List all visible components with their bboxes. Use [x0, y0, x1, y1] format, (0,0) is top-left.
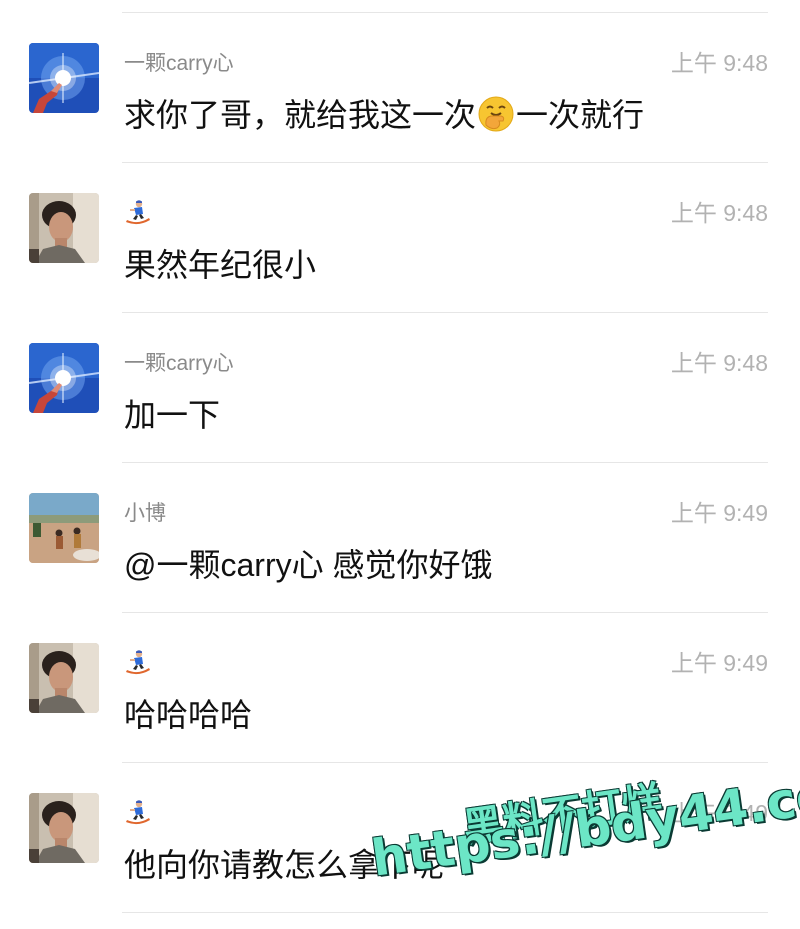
message-row[interactable]: 上午 9:48 果然年纪很小: [0, 163, 800, 313]
message-text: 他向你请教怎么拿下呢: [124, 845, 444, 885]
message-text: 加一下: [124, 395, 220, 435]
divider: [122, 912, 768, 913]
message-text: 果然年纪很小: [124, 245, 316, 285]
message-time: 上午 9:49: [671, 799, 768, 827]
message-time: 上午 9:48: [671, 349, 768, 377]
young-man-avatar[interactable]: [29, 793, 99, 863]
message-row[interactable]: 一颗carry心 上午 9:48 求你了哥，就给我这一次 一次就行: [0, 13, 800, 163]
message-row[interactable]: 小博 上午 9:49 @一颗carry心 感觉你好饿: [0, 463, 800, 613]
sender-name: 一颗carry心: [124, 351, 234, 377]
snowboarder-icon: [124, 649, 152, 677]
message-time: 上午 9:49: [671, 499, 768, 527]
young-man-avatar[interactable]: [29, 193, 99, 263]
desert-people-avatar[interactable]: [29, 493, 99, 563]
message-text: 哈哈哈哈: [124, 695, 252, 735]
snowboarder-icon: [124, 799, 152, 827]
message-time: 上午 9:48: [671, 49, 768, 77]
sender-name: 小博: [124, 501, 166, 527]
message-text-part: 求你了哥，就给我这一次: [124, 97, 476, 133]
message-text: 求你了哥，就给我这一次 一次就行: [124, 95, 644, 135]
snowboarder-icon: [124, 199, 152, 227]
message-time: 上午 9:48: [671, 199, 768, 227]
message-time: 上午 9:49: [671, 649, 768, 677]
young-man-avatar[interactable]: [29, 643, 99, 713]
message-row[interactable]: 上午 9:49 他向你请教怎么拿下呢: [0, 763, 800, 913]
sky-sun-avatar[interactable]: [29, 43, 99, 113]
sky-sun-avatar[interactable]: [29, 343, 99, 413]
message-text-part: 一次就行: [516, 97, 644, 133]
chat-message-list: 一颗carry心 上午 9:48 求你了哥，就给我这一次 一次就行 上午 9:48…: [0, 0, 800, 929]
message-row[interactable]: 上午 9:49 哈哈哈哈: [0, 613, 800, 763]
hand-over-mouth-icon: [477, 95, 515, 133]
message-text: @一颗carry心 感觉你好饿: [124, 545, 493, 585]
message-row[interactable]: 一颗carry心 上午 9:48 加一下: [0, 313, 800, 463]
sender-name: 一颗carry心: [124, 51, 234, 77]
